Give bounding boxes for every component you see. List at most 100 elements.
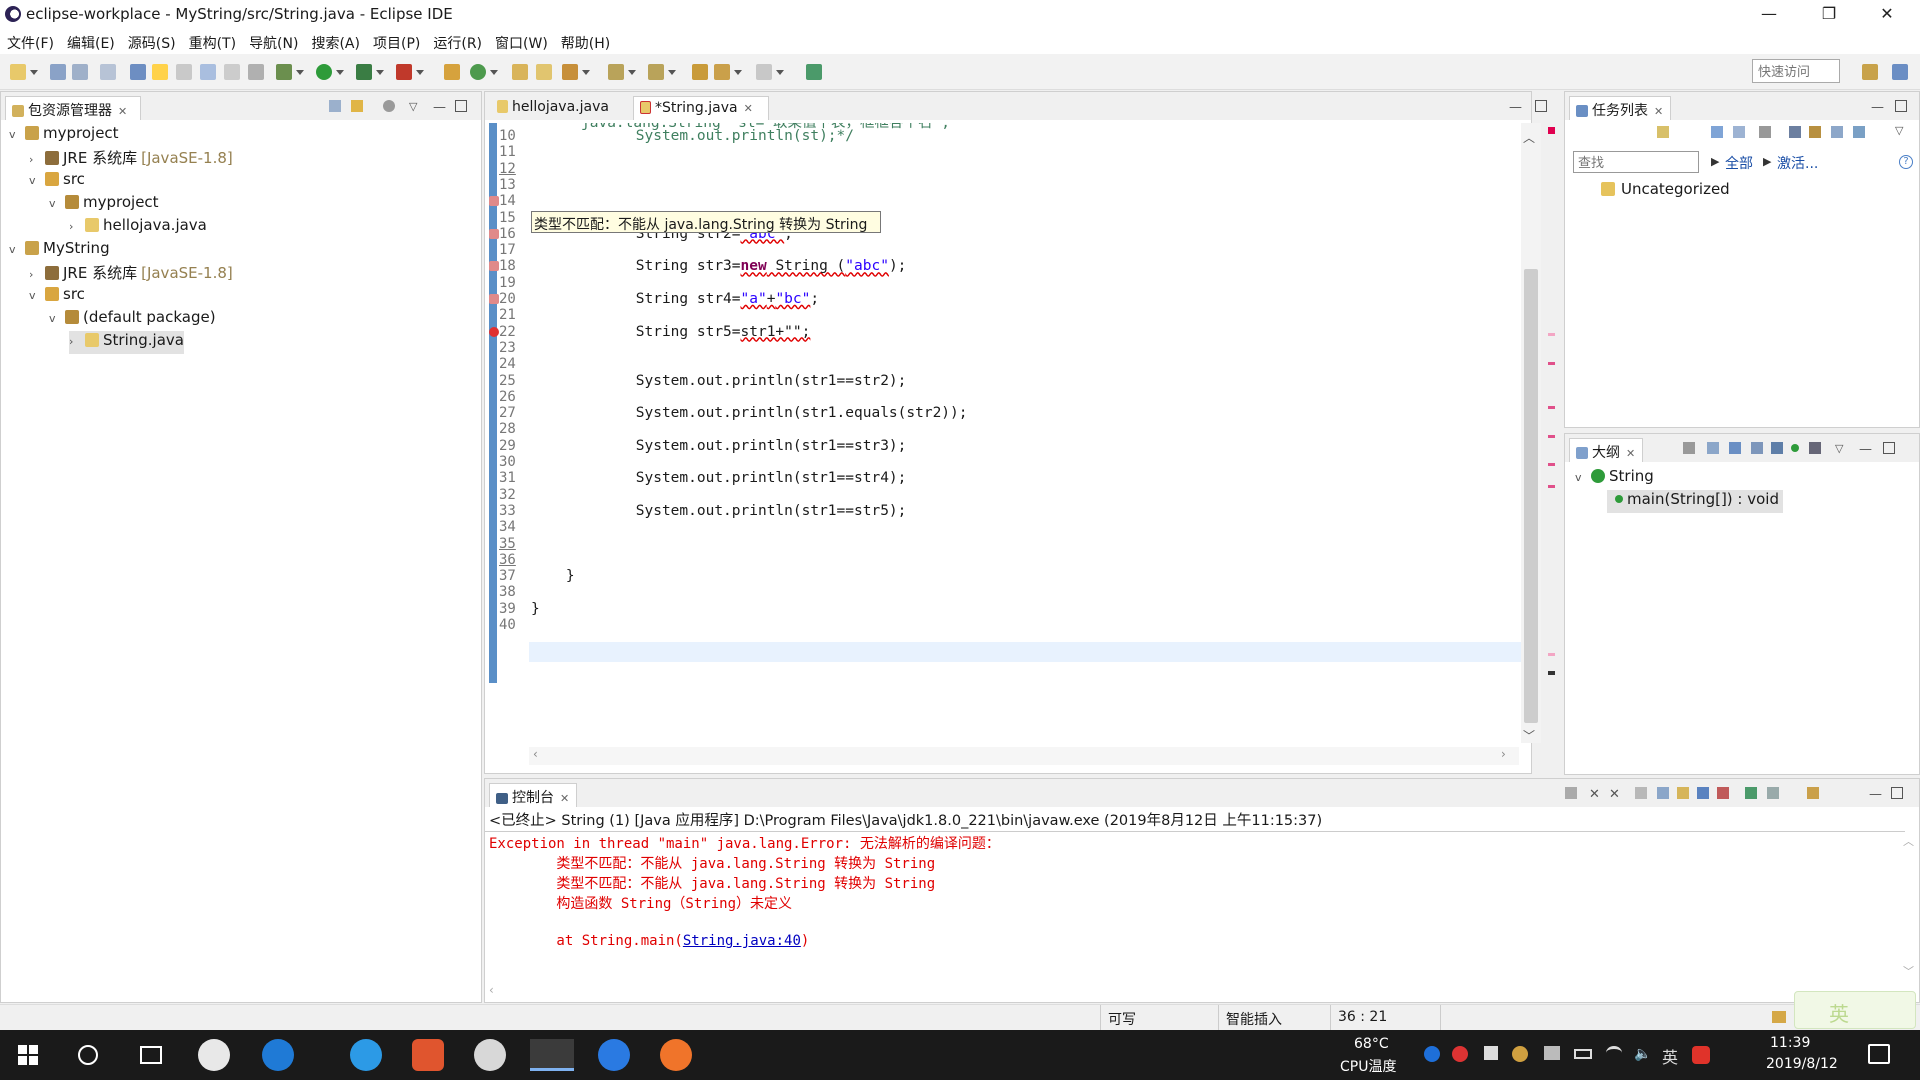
menu-source[interactable]: 源码(S) xyxy=(121,30,182,53)
marker[interactable] xyxy=(1548,463,1555,466)
hide-local-types-icon[interactable] xyxy=(1809,442,1821,454)
chevron-down-icon[interactable]: v xyxy=(9,128,21,141)
tree-item[interactable]: v myproject xyxy=(49,193,159,216)
open-console-icon[interactable] xyxy=(1807,787,1819,799)
tray-keyboard-icon[interactable] xyxy=(1544,1046,1560,1060)
task-view-icon[interactable] xyxy=(140,1046,162,1064)
close-button[interactable]: ✕ xyxy=(1864,0,1910,30)
clear-console-icon[interactable] xyxy=(1635,787,1647,799)
collapse-all-icon[interactable] xyxy=(329,100,341,112)
sogou-ime-icon[interactable] xyxy=(1692,1046,1710,1064)
marker[interactable] xyxy=(1548,653,1555,656)
hide-nonpublic-icon[interactable] xyxy=(1791,444,1799,452)
minimize-view-icon[interactable]: — xyxy=(1871,100,1884,115)
marker[interactable] xyxy=(1548,362,1555,365)
block-selection-icon[interactable] xyxy=(176,64,192,80)
scheduled-icon[interactable] xyxy=(1733,126,1745,138)
stack-trace-link[interactable]: String.java:40 xyxy=(683,933,801,949)
chevron-down-icon[interactable]: v xyxy=(9,243,21,256)
tray-huawei-icon[interactable] xyxy=(1452,1046,1468,1062)
tab-string-java[interactable]: *String.java ✕ xyxy=(633,96,769,120)
maximize-view-icon[interactable] xyxy=(1883,442,1895,454)
previous-annotation-icon[interactable] xyxy=(648,64,676,80)
maximize-view-icon[interactable] xyxy=(1895,100,1907,112)
view-menu-icon[interactable]: ▽ xyxy=(1895,124,1907,137)
vertical-scrollbar[interactable]: ︿ ﹀ xyxy=(1521,123,1541,743)
remove-all-icon[interactable]: ✕ xyxy=(1609,787,1621,802)
chevron-right-icon[interactable]: › xyxy=(29,268,41,281)
hide-fields-icon[interactable] xyxy=(1751,442,1763,454)
minimize-view-icon[interactable]: — xyxy=(1869,787,1882,802)
open-perspective-icon[interactable] xyxy=(1862,64,1878,80)
show-on-stdout-icon[interactable] xyxy=(1697,787,1709,799)
menu-window[interactable]: 窗口(W) xyxy=(488,30,554,53)
minimize-view-icon[interactable]: — xyxy=(1859,442,1872,457)
menu-navigate[interactable]: 导航(N) xyxy=(242,30,304,53)
hide-completed-icon[interactable] xyxy=(1789,126,1801,138)
mark-occurrences-icon[interactable] xyxy=(152,64,168,80)
console-hscrollbar[interactable]: ‹ xyxy=(489,983,1899,999)
java-perspective-icon[interactable] xyxy=(1892,64,1908,80)
menu-search[interactable]: 搜索(A) xyxy=(304,30,366,53)
app-orange-icon[interactable] xyxy=(412,1039,444,1071)
skip-breakpoints-icon[interactable] xyxy=(100,64,116,80)
help-icon[interactable]: ? xyxy=(1899,155,1913,169)
open-type-icon[interactable] xyxy=(512,64,528,80)
tab-outline[interactable]: 大纲 ✕ xyxy=(1569,438,1643,462)
chevron-down-icon[interactable]: v xyxy=(29,289,41,302)
focus-icon[interactable] xyxy=(383,100,395,112)
chevron-down-icon[interactable]: v xyxy=(49,312,61,325)
tab-hellojava[interactable]: hellojava.java xyxy=(491,96,629,120)
word-wrap-icon[interactable] xyxy=(1677,787,1689,799)
tray-people-icon[interactable] xyxy=(1512,1046,1528,1062)
tray-network-share-icon[interactable] xyxy=(1484,1046,1498,1060)
ime-indicator[interactable]: 英 xyxy=(1662,1044,1678,1068)
chevron-right-icon[interactable]: › xyxy=(69,220,81,233)
open-task-icon[interactable] xyxy=(536,64,552,80)
all-link[interactable]: 全部 xyxy=(1725,153,1753,173)
link-with-editor-icon[interactable] xyxy=(351,100,363,112)
sync-icon[interactable] xyxy=(1809,126,1821,138)
tab-package-explorer[interactable]: 包资源管理器 ✕ xyxy=(5,96,141,120)
view-menu-icon[interactable]: ▽ xyxy=(409,100,421,113)
coverage-icon[interactable] xyxy=(356,64,384,80)
menu-refactor[interactable]: 重构(T) xyxy=(182,30,242,53)
menu-edit[interactable]: 编辑(E) xyxy=(60,30,121,53)
word-wrap-icon[interactable] xyxy=(200,64,216,80)
close-icon[interactable]: ✕ xyxy=(744,102,753,115)
categorized-icon[interactable] xyxy=(1711,126,1723,138)
quickfix-marker-icon[interactable] xyxy=(489,228,499,239)
tree-item[interactable]: › String.java xyxy=(69,331,184,354)
menu-run[interactable]: 运行(R) xyxy=(426,30,488,53)
scrollbar-thumb[interactable] xyxy=(1524,269,1538,723)
close-icon[interactable]: ✕ xyxy=(1626,447,1635,460)
firefox-icon[interactable] xyxy=(660,1039,692,1071)
focus-icon[interactable] xyxy=(1683,442,1695,454)
tree-item[interactable]: v (default package) xyxy=(49,308,216,331)
new-java-project-icon[interactable] xyxy=(444,64,460,80)
error-summary-marker[interactable] xyxy=(1548,127,1555,134)
scroll-left-arrow[interactable]: ‹ xyxy=(533,747,538,761)
sort-icon[interactable] xyxy=(1729,442,1741,454)
minimize-view-icon[interactable]: — xyxy=(1509,100,1522,115)
minimize-button[interactable]: — xyxy=(1746,0,1792,30)
new-class-icon[interactable] xyxy=(470,64,498,80)
link-icon[interactable] xyxy=(1853,126,1865,138)
tree-item[interactable]: v src xyxy=(29,285,85,308)
external-tools-icon[interactable] xyxy=(396,64,424,80)
last-edit-icon[interactable] xyxy=(692,64,708,80)
new-task-icon[interactable] xyxy=(1657,126,1669,138)
baidu-icon[interactable] xyxy=(598,1039,630,1071)
windows-start-icon[interactable] xyxy=(18,1045,38,1065)
show-on-stderr-icon[interactable] xyxy=(1717,787,1729,799)
app-pinwheel-icon[interactable] xyxy=(198,1039,230,1071)
tab-console[interactable]: 控制台 ✕ xyxy=(489,783,577,807)
next-annotation-icon[interactable] xyxy=(608,64,636,80)
notification-center-icon[interactable] xyxy=(1868,1044,1890,1064)
scroll-right-arrow[interactable]: › xyxy=(1501,747,1506,761)
quickfix-marker-icon[interactable] xyxy=(489,196,499,207)
marker[interactable] xyxy=(1548,485,1555,488)
tree-item[interactable]: › JRE 系统库 [JavaSE-1.8] xyxy=(29,147,233,170)
volume-icon[interactable]: 🔈 xyxy=(1634,1046,1651,1062)
collapse-all-icon[interactable] xyxy=(1707,442,1719,454)
